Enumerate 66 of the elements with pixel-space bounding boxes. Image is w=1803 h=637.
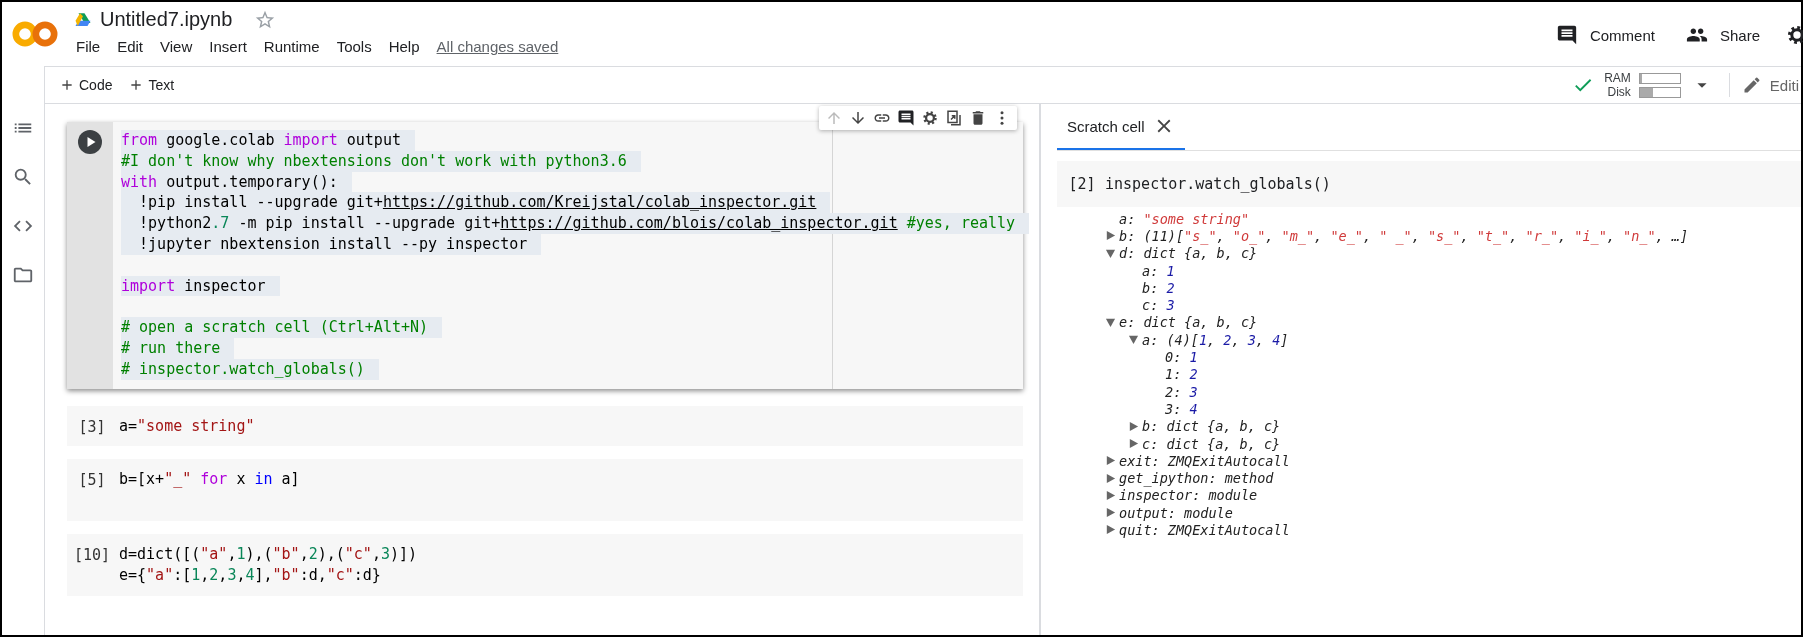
menu-item[interactable]: File — [68, 36, 109, 57]
variable-entry: get_ipython: method — [1119, 470, 1274, 487]
mirror-cell-icon[interactable] — [945, 109, 963, 127]
variable-entry: 1: 2 — [1165, 366, 1198, 383]
collapse-triangle-icon[interactable] — [1105, 247, 1116, 259]
menu-item[interactable]: Insert — [201, 36, 255, 57]
mode-label[interactable]: Editi — [1769, 76, 1799, 94]
variable-entry: quit: ZMQExitAutocall — [1119, 522, 1290, 538]
variable-entry: a: 1 — [1142, 262, 1175, 279]
code-line: inspector.watch_globals() — [1105, 175, 1331, 193]
variable-entry: d: dict {a, b, c} — [1119, 245, 1258, 262]
variable-entry: c: 3 — [1142, 297, 1175, 314]
execution-count: [2] — [1067, 175, 1097, 193]
expand-triangle-icon[interactable] — [1105, 230, 1116, 242]
code-line: e={"a":[1,2,3,4],"b":d,"c":d} — [119, 564, 381, 586]
comment-icon[interactable] — [897, 109, 915, 127]
variable-entry: c: dict {a, b, c} — [1142, 435, 1281, 452]
run-button-icon[interactable] — [78, 130, 102, 154]
menu-item[interactable]: View — [152, 36, 201, 57]
collapse-triangle-icon[interactable] — [1105, 316, 1116, 328]
execution-count: [3] — [78, 417, 106, 438]
variable-entry: a: (4)[1, 2, 3, 4] — [1142, 331, 1289, 348]
arrow-down-icon[interactable] — [849, 109, 867, 127]
variable-entry: inspector: module — [1119, 487, 1258, 504]
expand-triangle-icon[interactable] — [1105, 507, 1116, 519]
settings-icon[interactable] — [1785, 23, 1803, 47]
drive-icon — [74, 10, 92, 29]
expand-triangle-icon[interactable] — [1105, 455, 1116, 467]
variable-entry: 2: 3 — [1165, 383, 1198, 400]
execution-count: [10] — [73, 545, 111, 566]
collapse-triangle-icon[interactable] — [1128, 334, 1139, 346]
code-line: b=[x+"_" for x in a] — [119, 469, 300, 491]
variable-entry: 0: 1 — [1165, 349, 1198, 365]
share-button[interactable]: Share — [1679, 20, 1766, 50]
expand-triangle-icon[interactable] — [1128, 420, 1139, 432]
code-line: d=dict([("a",1),("b",2),("c",3)]) — [119, 543, 418, 565]
code-line: a="some string" — [119, 415, 255, 437]
expand-triangle-icon[interactable] — [1105, 489, 1116, 501]
expand-triangle-icon[interactable] — [1105, 524, 1116, 536]
menu-item[interactable]: Help — [380, 36, 428, 57]
plus-icon — [59, 77, 75, 93]
add-cell-button[interactable]: Text — [122, 73, 181, 97]
comment-button[interactable]: Comment — [1549, 20, 1661, 50]
variable-entry: b: 2 — [1142, 279, 1175, 296]
notebook-title[interactable]: Untitled7.ipynb — [100, 8, 233, 31]
variable-entry: a: "some string" — [1119, 210, 1250, 227]
settings-icon[interactable] — [921, 109, 939, 127]
menu-item[interactable]: Runtime — [255, 36, 328, 57]
variable-entry: exit: ZMQExitAutocall — [1119, 452, 1290, 469]
comment-icon — [1555, 24, 1578, 46]
variable-entry: 3: 4 — [1165, 400, 1198, 417]
menu-item[interactable]: Edit — [109, 36, 152, 57]
expand-triangle-icon[interactable] — [1105, 472, 1116, 484]
resource-label: Disk — [1606, 85, 1631, 99]
execution-count: [5] — [78, 471, 106, 492]
variable-entry: output: module — [1119, 504, 1233, 521]
expand-triangle-icon[interactable] — [1128, 438, 1139, 449]
panel-tab[interactable]: Scratch cell — [1057, 104, 1185, 150]
resource-label: RAM — [1604, 71, 1631, 85]
variable-entry: e: dict {a, b, c} — [1119, 314, 1258, 331]
menu-item[interactable]: Tools — [328, 36, 380, 57]
add-cell-button[interactable]: Code — [53, 73, 119, 97]
variable-entry: b: dict {a, b, c} — [1142, 418, 1281, 435]
search-icon[interactable] — [12, 166, 34, 188]
variable-entry: b: (11)["s_", "o_", "m_", "e_", " _", "s_", "t_", "r_", "i_", "n_", …] — [1119, 227, 1689, 244]
save-status-link[interactable]: All changes saved — [436, 38, 559, 55]
